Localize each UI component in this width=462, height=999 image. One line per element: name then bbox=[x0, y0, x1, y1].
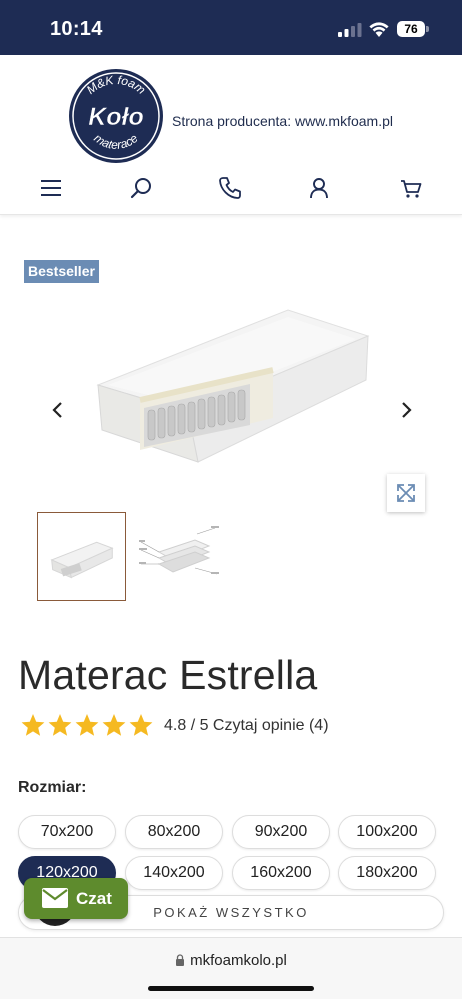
zoom-button[interactable] bbox=[387, 474, 425, 512]
size-option-140x200[interactable]: 140x200 bbox=[125, 856, 223, 890]
bestseller-badge: Bestseller bbox=[24, 260, 99, 283]
battery-level: 76 bbox=[397, 21, 425, 37]
status-bar: 10:14 76 bbox=[0, 0, 462, 55]
size-option-70x200[interactable]: 70x200 bbox=[18, 815, 116, 849]
mail-icon bbox=[42, 888, 68, 908]
gallery-prev-arrow[interactable] bbox=[48, 400, 68, 420]
size-option-100x200[interactable]: 100x200 bbox=[338, 815, 436, 849]
chat-label: Czat bbox=[76, 889, 112, 908]
gallery-next-arrow[interactable] bbox=[396, 400, 416, 420]
brand-logo[interactable]: M&K foam Koło materace bbox=[68, 68, 164, 164]
cart-icon[interactable] bbox=[398, 175, 424, 201]
star-icon bbox=[75, 714, 99, 736]
wifi-icon bbox=[369, 22, 389, 37]
star-icon bbox=[102, 714, 126, 736]
menu-icon[interactable] bbox=[38, 175, 64, 201]
url-text: mkfoamkolo.pl bbox=[190, 952, 287, 969]
site-header: M&K foam Koło materace Strona producenta… bbox=[0, 55, 462, 215]
product-title: Materac Estrella bbox=[18, 652, 318, 698]
thumbnail-2[interactable] bbox=[137, 512, 226, 601]
home-indicator[interactable] bbox=[148, 986, 314, 991]
lock-icon bbox=[176, 954, 185, 966]
battery-cap bbox=[426, 26, 429, 32]
browser-bar: mkfoamkolo.pl bbox=[0, 937, 462, 999]
size-option-80x200[interactable]: 80x200 bbox=[125, 815, 223, 849]
star-icon bbox=[21, 714, 45, 736]
phone-icon[interactable] bbox=[217, 175, 243, 201]
signal-icon bbox=[338, 23, 362, 37]
chat-button[interactable]: Czat bbox=[24, 878, 128, 919]
size-option-180x200[interactable]: 180x200 bbox=[338, 856, 436, 890]
status-time: 10:14 bbox=[50, 18, 103, 40]
battery-indicator: 76 bbox=[397, 21, 429, 37]
search-icon[interactable] bbox=[128, 175, 154, 201]
producer-link[interactable]: Strona producenta: www.mkfoam.pl bbox=[172, 113, 393, 129]
rating-text[interactable]: 4.8 / 5 Czytaj opinie (4) bbox=[164, 717, 329, 735]
thumbnail-1[interactable] bbox=[37, 512, 126, 601]
size-option-160x200[interactable]: 160x200 bbox=[232, 856, 330, 890]
star-icon bbox=[48, 714, 72, 736]
rating-stars[interactable] bbox=[20, 712, 156, 740]
thumbnail-mattress-image bbox=[50, 541, 114, 579]
size-label: Rozmiar: bbox=[18, 779, 87, 796]
expand-icon bbox=[397, 484, 415, 502]
star-icon bbox=[129, 714, 153, 736]
product-main-image[interactable] bbox=[88, 300, 380, 482]
thumbnail-diagram-image bbox=[139, 526, 219, 575]
user-icon[interactable] bbox=[306, 175, 332, 201]
size-option-90x200[interactable]: 90x200 bbox=[232, 815, 330, 849]
logo-middle-text: Koło bbox=[88, 103, 144, 131]
address-bar[interactable]: mkfoamkolo.pl bbox=[0, 952, 462, 969]
